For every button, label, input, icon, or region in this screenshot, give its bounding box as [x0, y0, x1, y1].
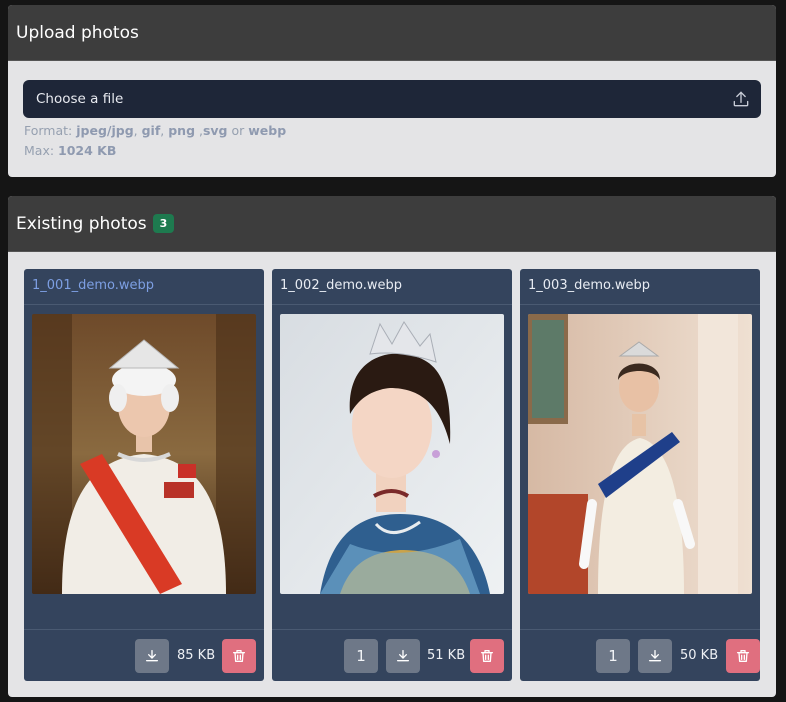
upload-icon	[733, 91, 749, 107]
photo-thumbnail[interactable]	[280, 314, 504, 594]
existing-photos-panel: Existing photos 3 1_001_demo.webp 85 KB …	[8, 196, 776, 697]
upload-panel-title: Upload photos	[16, 22, 139, 43]
download-icon	[649, 650, 661, 662]
order-button[interactable]: 1	[596, 639, 630, 673]
photo-name-link[interactable]: 1_001_demo.webp	[24, 269, 264, 305]
upload-panel-header: Upload photos	[8, 5, 776, 61]
portrait-image	[32, 314, 256, 594]
format-webp: webp	[248, 123, 287, 138]
max-size-value: 1024 KB	[58, 143, 117, 158]
max-size-label: Max:	[24, 143, 59, 158]
existing-photos-header: Existing photos 3	[8, 196, 776, 252]
photo-thumbnail[interactable]	[528, 314, 752, 594]
portrait-image	[280, 314, 504, 594]
file-chooser[interactable]: Choose a file	[23, 80, 761, 118]
portrait-image	[528, 314, 752, 594]
photo-card-footer: 85 KB	[24, 629, 264, 681]
download-button[interactable]	[135, 639, 169, 673]
photo-card: 1_003_demo.webp 1 50 KB	[520, 269, 760, 681]
photo-card: 1_001_demo.webp 85 KB	[24, 269, 264, 681]
photo-size: 51 KB	[427, 648, 466, 663]
trash-icon	[233, 650, 245, 662]
format-png: png	[168, 123, 196, 138]
format-hint: Format: jpeg/jpg, gif, png ,svg or webp	[24, 123, 286, 138]
photo-count-badge: 3	[152, 214, 175, 233]
photo-name: 1_003_demo.webp	[520, 269, 760, 305]
photo-size: 85 KB	[177, 648, 216, 663]
download-icon	[397, 650, 409, 662]
format-hint-label: Format:	[24, 123, 77, 138]
file-chooser-placeholder: Choose a file	[36, 91, 124, 107]
format-gif: gif	[141, 123, 161, 138]
download-button[interactable]	[638, 639, 672, 673]
format-jpeg: jpeg/jpg	[76, 123, 134, 138]
delete-button[interactable]	[470, 639, 504, 673]
photo-card-footer: 1 51 KB	[272, 629, 512, 681]
delete-button[interactable]	[222, 639, 256, 673]
format-svg: svg	[202, 123, 228, 138]
download-icon	[146, 650, 158, 662]
photo-card: 1_002_demo.webp 1 51 KB	[272, 269, 512, 681]
delete-button[interactable]	[726, 639, 760, 673]
existing-photos-title: Existing photos	[16, 213, 147, 234]
download-button[interactable]	[386, 639, 420, 673]
photo-thumbnail[interactable]	[32, 314, 256, 594]
photo-size: 50 KB	[680, 648, 719, 663]
trash-icon	[737, 650, 749, 662]
photo-name: 1_002_demo.webp	[272, 269, 512, 305]
order-button[interactable]: 1	[344, 639, 378, 673]
trash-icon	[481, 650, 493, 662]
format-or: or	[227, 123, 249, 138]
max-size-hint: Max: 1024 KB	[24, 143, 116, 158]
format-separator: ,	[195, 123, 203, 138]
format-separator: ,	[133, 123, 142, 138]
photo-card-footer: 1 50 KB	[520, 629, 760, 681]
upload-panel: Upload photos Choose a file Format: jpeg…	[8, 5, 776, 177]
